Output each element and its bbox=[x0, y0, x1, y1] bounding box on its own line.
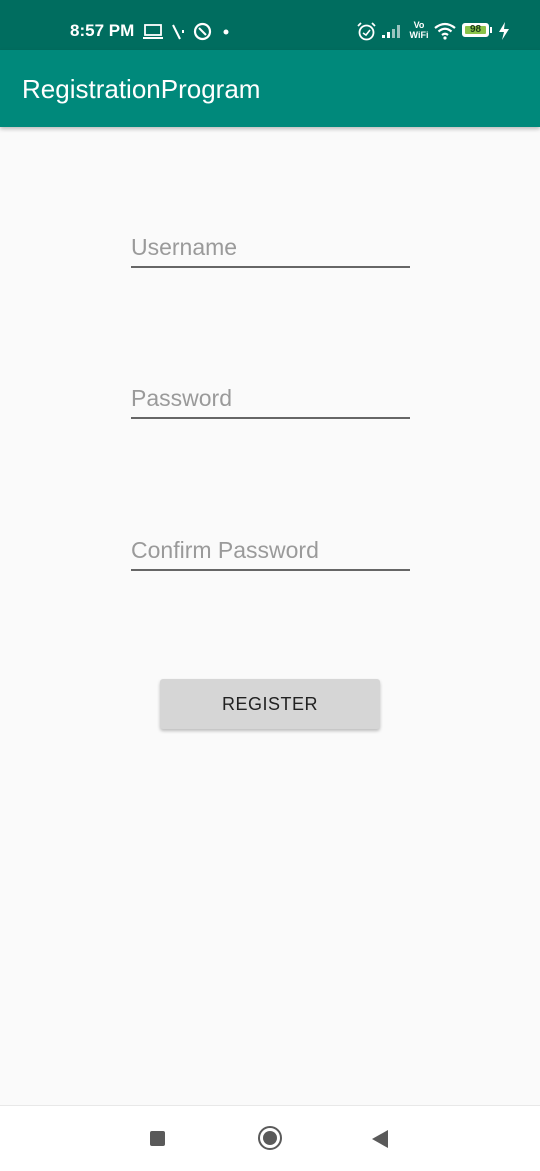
confirm-password-input[interactable] bbox=[131, 533, 410, 567]
home-icon-inner bbox=[263, 1131, 277, 1145]
cell-signal-icon bbox=[382, 25, 400, 38]
dot-icon bbox=[223, 29, 229, 35]
password-field[interactable] bbox=[131, 381, 410, 419]
status-time: 8:57 PM bbox=[70, 21, 135, 40]
wifi-icon bbox=[434, 22, 456, 40]
back-icon[interactable] bbox=[372, 1130, 388, 1148]
signal-slash-icon bbox=[172, 24, 184, 40]
home-icon[interactable] bbox=[258, 1126, 282, 1150]
battery-icon: 98 bbox=[462, 23, 489, 37]
laptop-icon bbox=[143, 24, 163, 39]
confirm-password-field[interactable] bbox=[131, 533, 410, 571]
battery-nub bbox=[490, 27, 492, 33]
username-field[interactable] bbox=[131, 230, 410, 268]
app-title: RegistrationProgram bbox=[22, 74, 261, 104]
nav-bar bbox=[0, 1105, 540, 1171]
recents-icon[interactable] bbox=[150, 1131, 165, 1146]
username-input[interactable] bbox=[131, 230, 410, 264]
vowifi-label-top: Vo bbox=[413, 20, 425, 30]
app-bar: RegistrationProgram bbox=[0, 50, 540, 127]
alarm-icon bbox=[357, 22, 376, 41]
vowifi-icon: Vo WiFi bbox=[408, 20, 430, 40]
charging-icon bbox=[499, 22, 509, 40]
data-saver-icon bbox=[193, 22, 212, 41]
vowifi-label-bottom: WiFi bbox=[409, 30, 429, 40]
register-button[interactable]: REGISTER bbox=[160, 679, 380, 729]
battery-level: 98 bbox=[469, 24, 482, 35]
password-input[interactable] bbox=[131, 381, 410, 415]
